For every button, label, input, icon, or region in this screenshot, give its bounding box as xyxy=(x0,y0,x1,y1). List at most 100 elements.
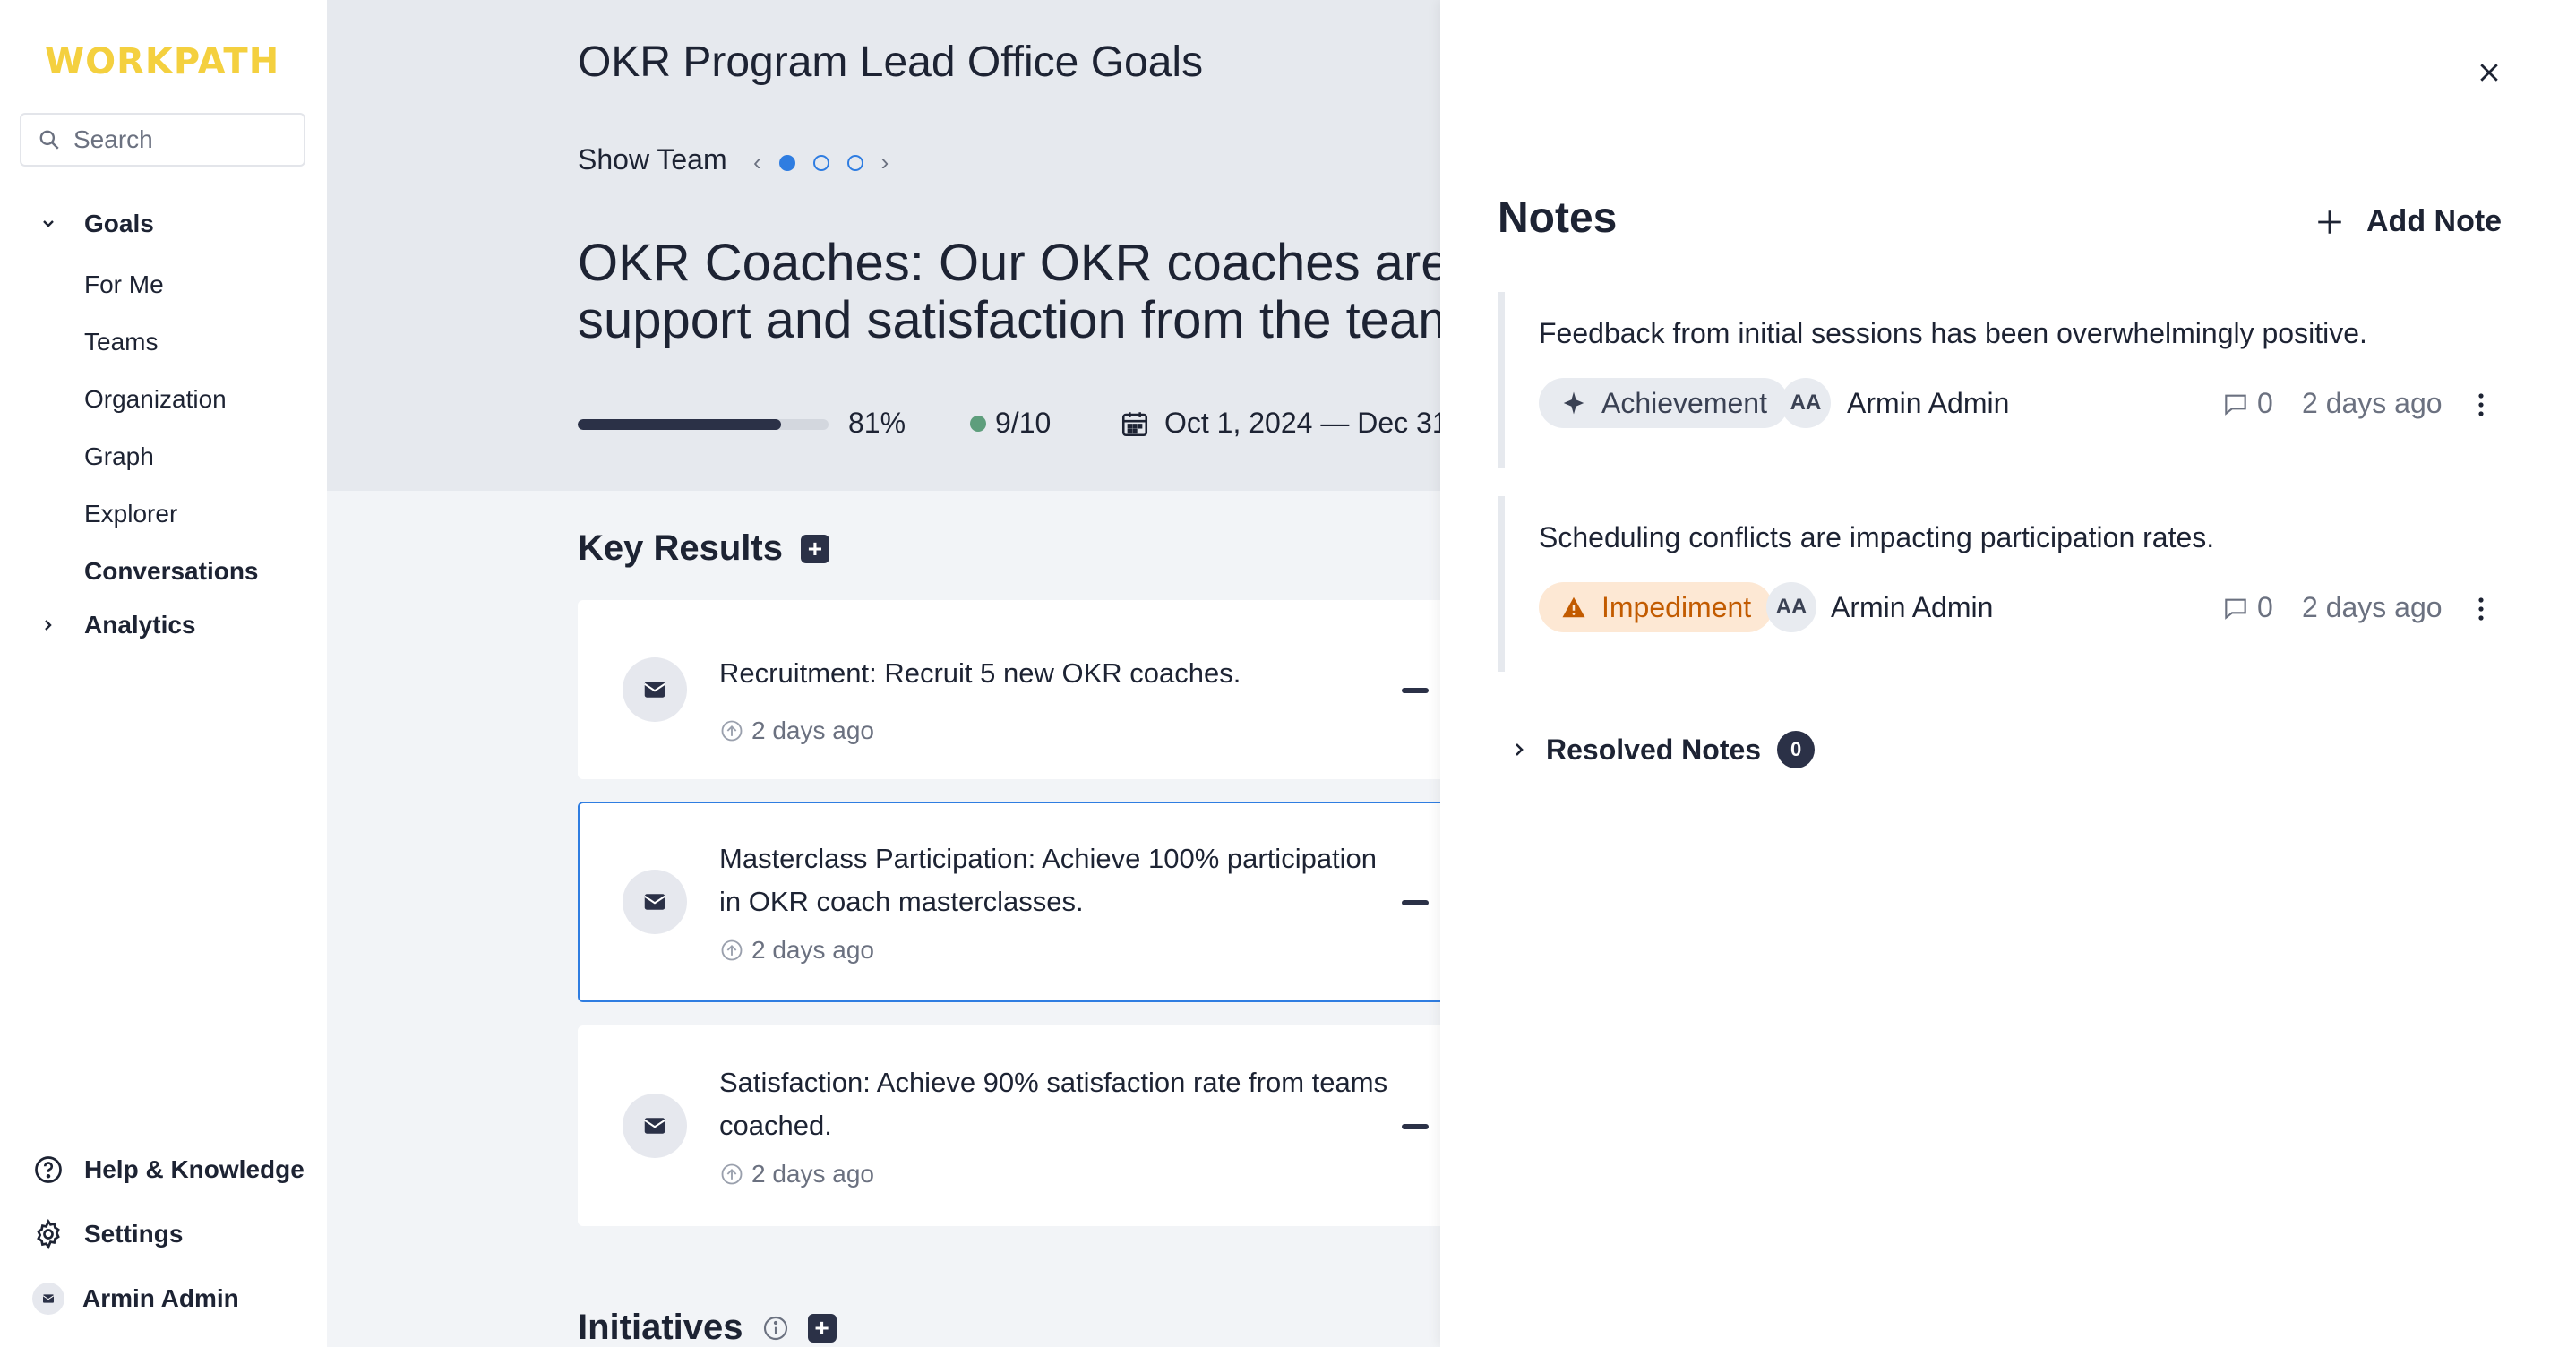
pager-dot[interactable] xyxy=(778,154,795,171)
confidence-value: 9/10 xyxy=(995,407,1052,439)
sidebar-item-for-me[interactable]: For Me xyxy=(84,270,164,299)
avatar: AA xyxy=(1781,378,1831,428)
mail-icon xyxy=(42,1294,55,1303)
info-icon[interactable] xyxy=(761,1314,790,1343)
key-result-card[interactable]: Masterclass Participation: Achieve 100% … xyxy=(578,802,1440,1002)
add-note-label: Add Note xyxy=(2366,204,2503,238)
key-results-title: Key Results xyxy=(578,528,783,568)
search-placeholder: Search xyxy=(73,125,153,153)
key-result-card[interactable]: Satisfaction: Achieve 90% satisfaction r… xyxy=(578,1025,1440,1226)
add-key-result-button[interactable]: + xyxy=(800,534,829,563)
date-range[interactable]: Oct 1, 2024 — Dec 31 xyxy=(1120,407,1440,440)
resolved-notes-label: Resolved Notes xyxy=(1546,733,1762,766)
help-icon xyxy=(35,1156,62,1183)
chevron-right-icon xyxy=(45,620,52,631)
add-note-button[interactable]: Add Note xyxy=(2314,204,2502,239)
key-result-updated: 2 days ago xyxy=(751,936,874,964)
calendar-icon xyxy=(1121,411,1148,436)
search-input[interactable]: Search xyxy=(20,113,305,167)
date-range-text: Oct 1, 2024 — Dec 31 xyxy=(1164,407,1440,439)
confidence[interactable]: 9/10 xyxy=(970,407,1051,440)
key-result-title: Masterclass Participation: Achieve 100% … xyxy=(719,843,1378,917)
key-result-title: Satisfaction: Achieve 90% satisfaction r… xyxy=(719,1067,1388,1141)
pager-dot[interactable] xyxy=(846,154,863,171)
key-result-progress-indicator xyxy=(1402,1124,1429,1129)
plus-icon xyxy=(2318,210,2341,234)
comment-icon xyxy=(2225,394,2246,416)
objective-line-2: support and satisfaction from the teams xyxy=(578,291,1440,349)
key-result-meta: 2 days ago xyxy=(719,1160,874,1188)
chevron-right-icon xyxy=(1516,743,1524,756)
goal-progress-bar xyxy=(578,419,829,430)
note-author: Armin Admin xyxy=(1831,591,1994,623)
key-result-icon xyxy=(623,870,687,934)
initiatives-heading: Initiatives + xyxy=(578,1308,837,1347)
settings-label: Settings xyxy=(84,1220,184,1248)
objective-line-1: OKR Coaches: Our OKR coaches are en xyxy=(578,234,1440,292)
note-text: Scheduling conflicts are impacting parti… xyxy=(1539,521,2215,553)
goal-title: OKR Program Lead Office Goals xyxy=(578,39,1204,86)
key-result-meta: 2 days ago xyxy=(719,936,874,965)
gear-icon xyxy=(37,1218,60,1250)
notes-panel: Notes Add Note Feedback from initial ses… xyxy=(1440,0,2576,1347)
pager-next-icon[interactable]: › xyxy=(881,149,889,176)
note-author: Armin Admin xyxy=(1847,387,2010,419)
note-timestamp: 2 days ago xyxy=(2302,591,2443,623)
user-name: Armin Admin xyxy=(82,1284,239,1312)
nav-group-goals[interactable]: Goals xyxy=(0,202,327,246)
workpath-logo[interactable]: WORKPATH xyxy=(45,41,279,82)
sidebar-item-graph[interactable]: Graph xyxy=(84,442,154,471)
key-result-updated: 2 days ago xyxy=(751,1160,874,1188)
note-comment-count: 0 xyxy=(2257,387,2273,419)
key-result-icon xyxy=(623,1094,687,1158)
confidence-dot-icon xyxy=(970,415,986,432)
update-arrow-icon xyxy=(721,1163,743,1185)
objective-title: OKR Coaches: Our OKR coaches are en supp… xyxy=(578,235,1440,349)
update-arrow-icon xyxy=(721,939,743,961)
user-menu[interactable]: Armin Admin xyxy=(32,1276,239,1321)
goal-progress-label: 81% xyxy=(848,407,906,439)
mail-icon xyxy=(644,682,665,698)
sidebar-item-teams[interactable]: Teams xyxy=(84,328,158,356)
comment-icon xyxy=(2225,598,2246,620)
sidebar-item-organization[interactable]: Organization xyxy=(84,385,227,414)
note-comment-count: 0 xyxy=(2257,591,2273,623)
initiatives-title: Initiatives xyxy=(578,1308,743,1347)
pager-dot[interactable] xyxy=(812,154,829,171)
sparkle-icon xyxy=(1563,391,1584,415)
close-icon xyxy=(2480,64,2498,82)
key-result-meta: 2 days ago xyxy=(719,716,874,745)
key-result-title: Recruitment: Recruit 5 new OKR coaches. xyxy=(719,657,1241,689)
note-menu-button[interactable] xyxy=(2465,591,2497,627)
goal-header: OKR Program Lead Office Goals Show Team … xyxy=(327,0,1440,491)
resolved-notes-toggle[interactable]: Resolved Notes 0 xyxy=(1510,731,1816,768)
note-comments[interactable]: 0 xyxy=(2221,387,2273,420)
note-item: Feedback from initial sessions has been … xyxy=(1498,292,2528,468)
nav-goals-label: Goals xyxy=(84,210,154,237)
sidebar-item-explorer[interactable]: Explorer xyxy=(84,500,177,528)
add-initiative-button[interactable]: + xyxy=(807,1313,837,1343)
nav-analytics-label: Analytics xyxy=(84,611,196,639)
note-tag-impediment: Impediment xyxy=(1539,582,1773,632)
note-timestamp: 2 days ago xyxy=(2302,387,2443,419)
note-item: Scheduling conflicts are impacting parti… xyxy=(1498,496,2528,672)
nav-group-analytics[interactable]: Analytics xyxy=(0,603,327,648)
settings-link[interactable]: Settings xyxy=(32,1212,183,1257)
chevron-down-icon xyxy=(43,220,54,227)
kebab-icon xyxy=(2478,393,2484,416)
key-result-progress-indicator xyxy=(1402,688,1429,693)
note-text: Feedback from initial sessions has been … xyxy=(1539,317,2367,349)
pager-prev-icon[interactable]: ‹ xyxy=(753,149,761,176)
note-menu-button[interactable] xyxy=(2465,387,2497,423)
note-comments[interactable]: 0 xyxy=(2221,591,2273,624)
key-result-icon xyxy=(623,657,687,722)
help-knowledge-link[interactable]: Help & Knowledge xyxy=(32,1147,305,1192)
help-label: Help & Knowledge xyxy=(84,1155,305,1183)
key-result-card[interactable]: Recruitment: Recruit 5 new OKR coaches. … xyxy=(578,600,1440,779)
key-result-progress-indicator xyxy=(1402,900,1429,905)
close-panel-button[interactable] xyxy=(2470,54,2508,91)
team-pager: ‹ › xyxy=(753,149,889,176)
note-tag-achievement: Achievement xyxy=(1539,378,1789,428)
sidebar-item-conversations[interactable]: Conversations xyxy=(84,557,259,586)
key-result-updated: 2 days ago xyxy=(751,716,874,744)
